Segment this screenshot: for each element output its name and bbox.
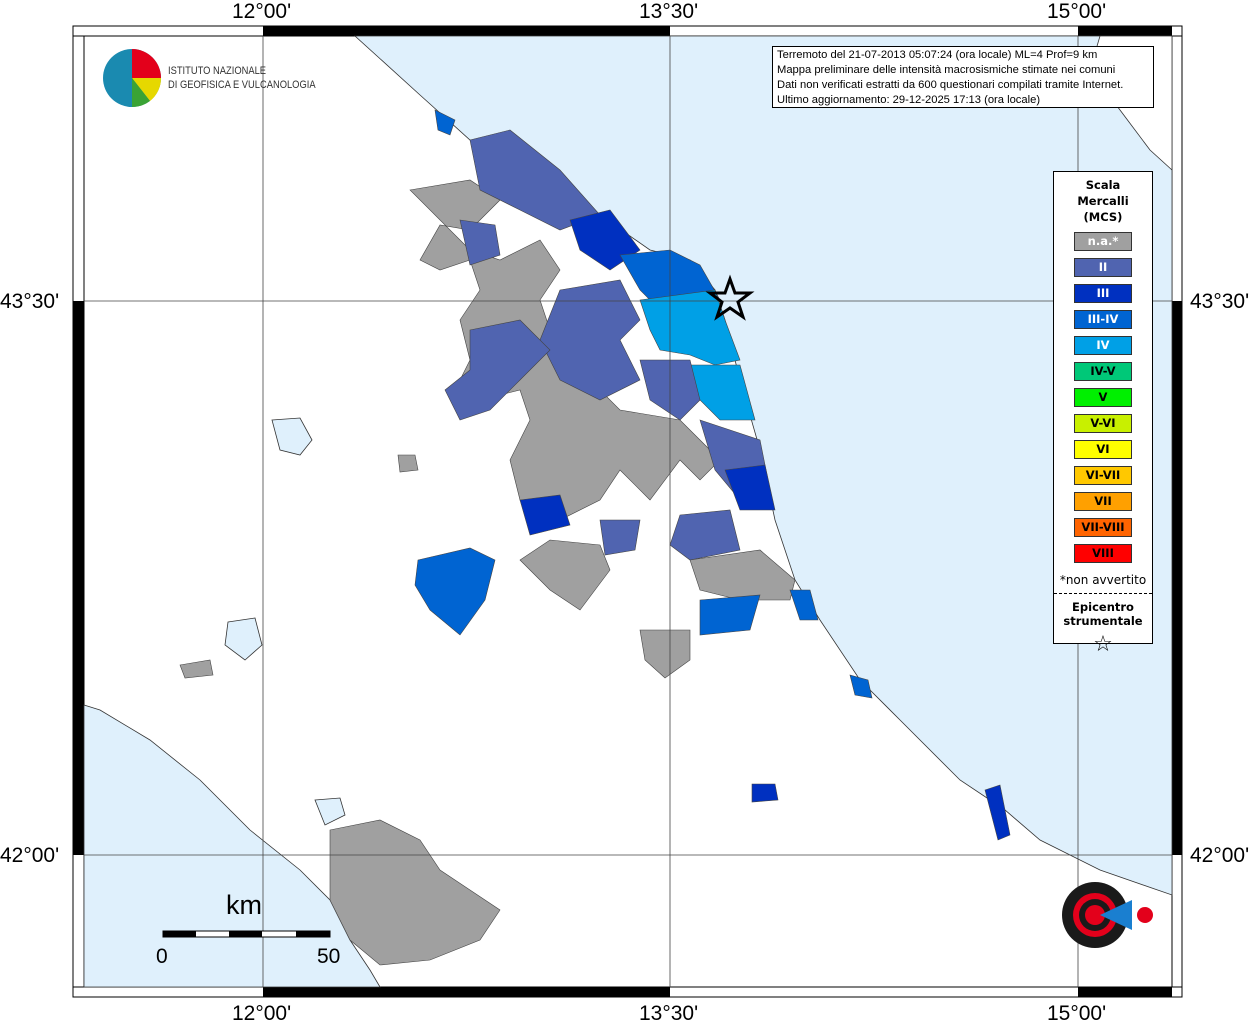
legend-star-icon: ☆	[1093, 632, 1113, 657]
legend-item-na: n.a.*	[1074, 232, 1132, 251]
lon-tick-bottom-12: 12°00'	[232, 1002, 292, 1025]
legend-note: *non avvertito	[1059, 573, 1147, 587]
legend-item-iiiiv: III-IV	[1074, 310, 1132, 329]
legend-item-vivii: VI-VII	[1074, 466, 1132, 485]
lat-tick-right-42: 42°00'	[1190, 844, 1250, 867]
legend-item-viiviii: VII-VIII	[1074, 518, 1132, 537]
lat-tick-left-42: 42°00'	[0, 844, 60, 867]
lon-tick-top-15: 15°00'	[1047, 0, 1107, 23]
mcs-legend: Scala Mercalli (MCS) n.a.* II III III-IV IV I…	[1053, 171, 1153, 657]
legend-item-vi: VI	[1074, 440, 1132, 459]
ingv-name-line1: ISTITUTO NAZIONALE	[168, 65, 267, 77]
lon-tick-top-12: 12°00'	[232, 0, 292, 23]
legend-item-iii: III	[1074, 284, 1132, 303]
scale-bar	[162, 930, 331, 938]
legend-item-v: V	[1074, 388, 1132, 407]
scale-unit: km	[226, 890, 262, 920]
data-source-line: Dati non verificati estratti da 600 ques…	[777, 79, 1124, 91]
legend-title-line: Mercalli	[1077, 194, 1129, 208]
legend-item-iv: IV	[1074, 336, 1132, 355]
ingv-logo-text: ISTITUTO NAZIONALE DI GEOFISICA E VULCAN…	[168, 64, 316, 92]
lon-tick-bottom-15: 15°00'	[1047, 1002, 1107, 1025]
lat-tick-right-43-30: 43°30'	[1190, 290, 1250, 313]
legend-divider	[1054, 593, 1152, 594]
lon-tick-top-13-30: 13°30'	[639, 0, 699, 23]
epicenter-label: Epicentro	[1072, 600, 1134, 614]
lat-tick-left-43-30: 43°30'	[0, 290, 60, 313]
map-description-line: Mappa preliminare delle intensità macros…	[777, 64, 1116, 76]
event-line: Terremoto del 21-07-2013 05:07:24 (ora l…	[777, 49, 1098, 61]
scale-start: 0	[156, 945, 168, 968]
legend-item-ii: II	[1074, 258, 1132, 277]
legend-title-line: (MCS)	[1083, 210, 1123, 224]
event-info-box: Terremoto del 21-07-2013 05:07:24 (ora l…	[772, 46, 1154, 108]
scale-end: 50	[317, 945, 341, 968]
ingv-name-line2: DI GEOFISICA E VULCANOLOGIA	[168, 79, 316, 91]
legend-title: Scala Mercalli (MCS)	[1054, 177, 1152, 225]
legend-item-ivv: IV-V	[1074, 362, 1132, 381]
legend-item-vvi: V-VI	[1074, 414, 1132, 433]
legend-swatches: n.a.* II III III-IV IV IV-V V V-VI VI VI-VII VII VI…	[1054, 232, 1152, 563]
legend-item-viii: VIII	[1074, 544, 1132, 563]
ingv-logo-globe	[103, 49, 162, 108]
legend-item-vii: VII	[1074, 492, 1132, 511]
legend-title-line: Scala	[1085, 178, 1121, 192]
epicenter-label: strumentale	[1063, 614, 1143, 628]
last-update-line: Ultimo aggiornamento: 29-12-2025 17:13 (…	[777, 94, 1041, 106]
lon-tick-bottom-13-30: 13°30'	[639, 1002, 699, 1025]
